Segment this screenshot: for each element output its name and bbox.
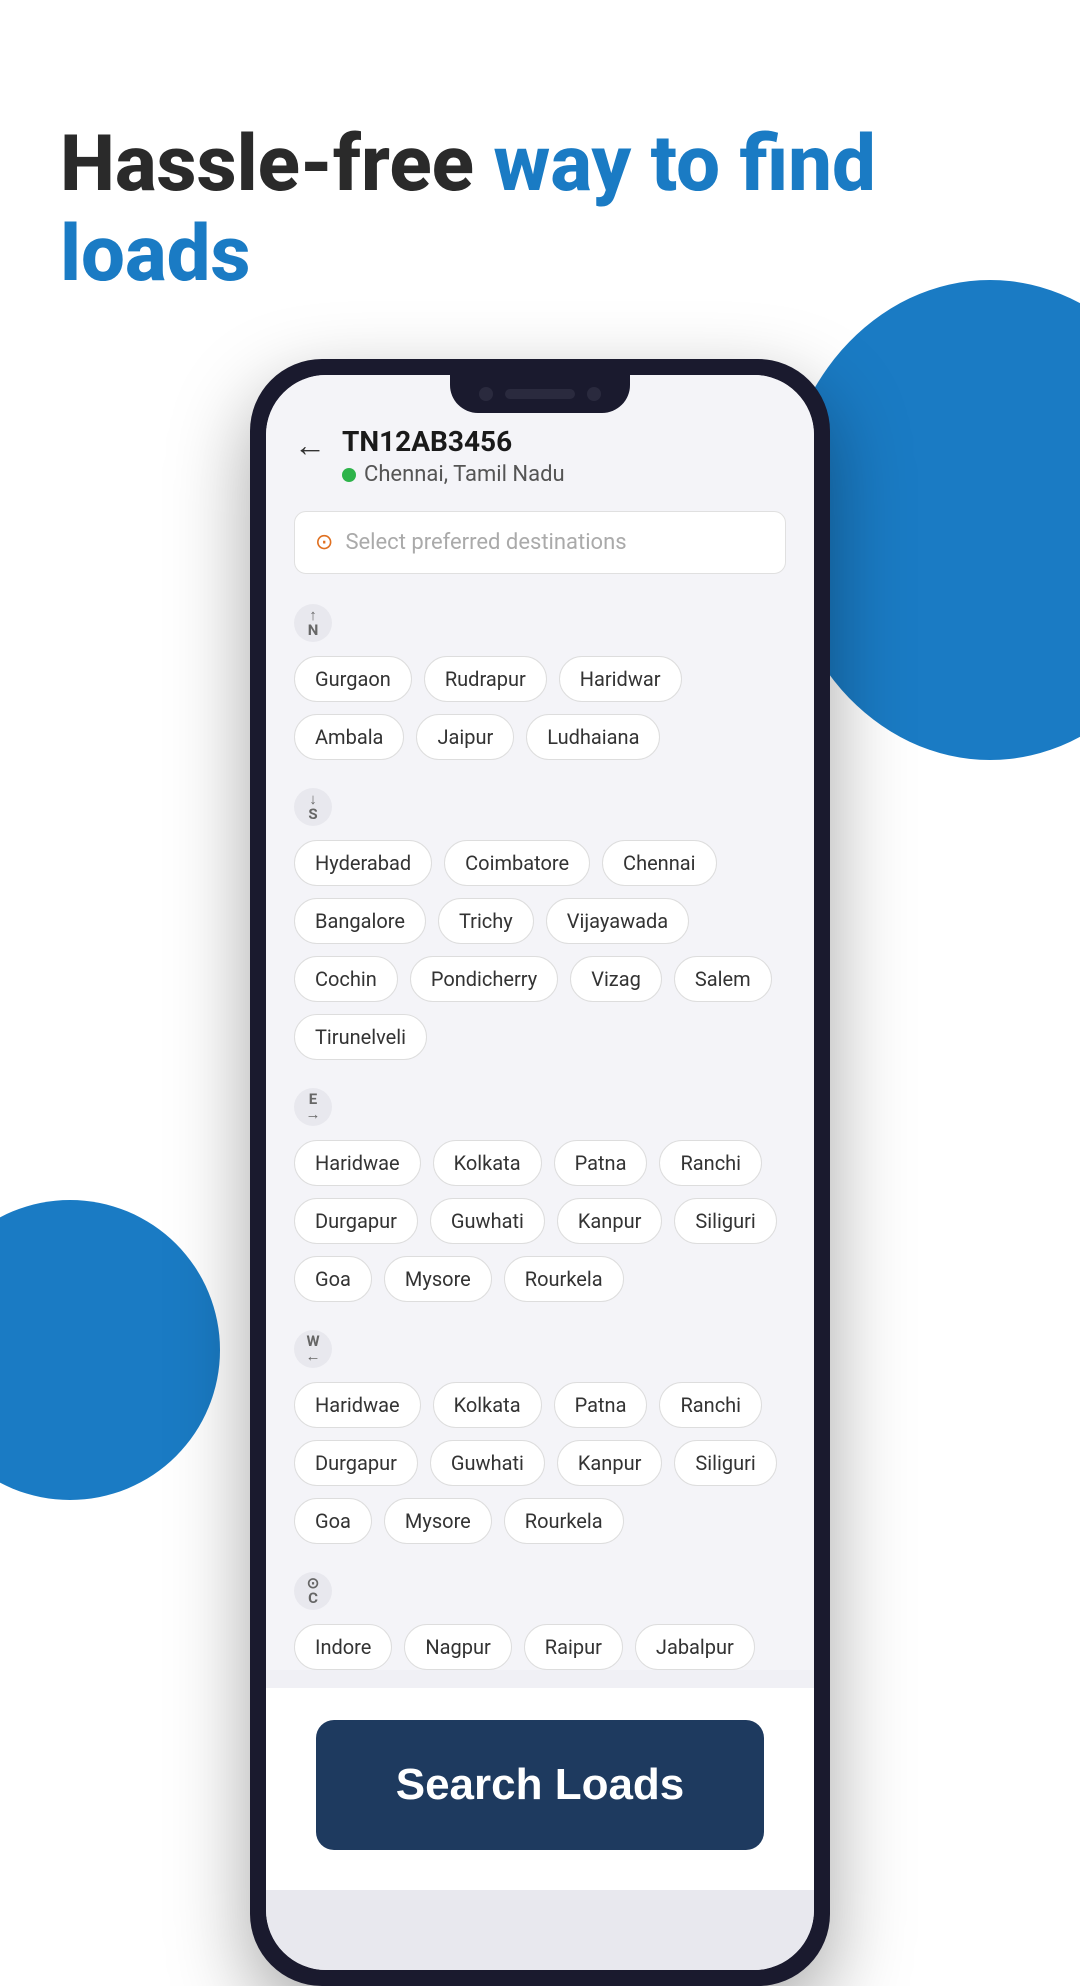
east-direction-icon: E→ [294, 1088, 332, 1126]
phone-notch [450, 375, 630, 413]
chips-row-south: Hyderabad Coimbatore Chennai Bangalore Trich… [294, 840, 786, 1060]
chip-gurgaon[interactable]: Gurgaon [294, 656, 412, 702]
chip-kanpur[interactable]: Kanpur [557, 1198, 663, 1244]
chip-cochin[interactable]: Cochin [294, 956, 398, 1002]
chip-goa[interactable]: Goa [294, 1256, 372, 1302]
chip-ranchi[interactable]: Ranchi [659, 1382, 762, 1428]
headline-part1: Hassle-free [60, 119, 493, 210]
chip-patna[interactable]: Patna [554, 1382, 648, 1428]
chip-guwhati[interactable]: Guwhati [430, 1198, 545, 1244]
chips-row-central: Indore Nagpur Raipur Jabalpur [294, 1624, 786, 1670]
chip-haridwar[interactable]: Haridwar [559, 656, 682, 702]
chip-haridwae[interactable]: Haridwae [294, 1382, 421, 1428]
chip-kolkata[interactable]: Kolkata [433, 1140, 542, 1186]
chip-kanpur[interactable]: Kanpur [557, 1440, 663, 1486]
chip-chennai[interactable]: Chennai [602, 840, 716, 886]
direction-section-north: ↑N Gurgaon Rudrapur Haridwar Ambala Jaipur Lud… [294, 604, 786, 760]
direction-section-central: ⊙C Indore Nagpur Raipur Jabalpur [294, 1572, 786, 1670]
chip-nagpur[interactable]: Nagpur [404, 1624, 511, 1670]
notch-speaker [505, 389, 575, 399]
location-dot [342, 468, 356, 482]
north-direction-icon: ↑N [294, 604, 332, 642]
chip-coimbatore[interactable]: Coimbatore [444, 840, 590, 886]
destination-search-box[interactable]: ⊙ Select preferred destinations [294, 511, 786, 574]
chip-ranchi[interactable]: Ranchi [659, 1140, 762, 1186]
screen-header: ← TN12AB3456 Chennai, Tamil Nadu [294, 425, 786, 487]
chips-row-north: Gurgaon Rudrapur Haridwar Ambala Jaipur Ludha… [294, 656, 786, 760]
chip-haridwae[interactable]: Haridwae [294, 1140, 421, 1186]
chip-mysore[interactable]: Mysore [384, 1256, 492, 1302]
chips-row-west: Haridwae Kolkata PatnaRanchi Durgapur Guwhat… [294, 1382, 786, 1544]
headline-text: Hassle-free way to find loads [60, 120, 1020, 299]
chip-patna[interactable]: Patna [554, 1140, 648, 1186]
headline-section: Hassle-free way to find loads [0, 0, 1080, 299]
direction-header-east: E→ [294, 1088, 786, 1126]
chip-guwhati[interactable]: Guwhati [430, 1440, 545, 1486]
chip-durgapur[interactable]: Durgapur [294, 1198, 418, 1244]
directions-container: ↑N Gurgaon Rudrapur Haridwar Ambala Jaipur Lud… [294, 604, 786, 1670]
notch-camera [479, 387, 493, 401]
search-placeholder: Select preferred destinations [345, 530, 626, 555]
phone-screen: ← TN12AB3456 Chennai, Tamil Nadu ⊙ Selec… [266, 375, 814, 1970]
chip-rourkela[interactable]: Rourkela [504, 1256, 624, 1302]
chip-rourkela[interactable]: Rourkela [504, 1498, 624, 1544]
vehicle-location: Chennai, Tamil Nadu [342, 462, 565, 487]
chip-salem[interactable]: Salem [674, 956, 772, 1002]
direction-section-south: ↓S Hyderabad Coimbatore Chennai Bangalore Tri… [294, 788, 786, 1060]
chip-siliguri[interactable]: Siliguri [674, 1198, 776, 1244]
chip-indore[interactable]: Indore [294, 1624, 392, 1670]
chip-raipur[interactable]: Raipur [524, 1624, 623, 1670]
chip-jabalpur[interactable]: Jabalpur [635, 1624, 755, 1670]
chip-vijayawada[interactable]: Vijayawada [546, 898, 689, 944]
chip-pondicherry[interactable]: Pondicherry [410, 956, 558, 1002]
chip-goa[interactable]: Goa [294, 1498, 372, 1544]
chip-trichy[interactable]: Trichy [438, 898, 534, 944]
vehicle-info: TN12AB3456 Chennai, Tamil Nadu [342, 425, 565, 487]
pin-icon: ⊙ [315, 530, 333, 555]
vehicle-plate: TN12AB3456 [342, 425, 565, 458]
direction-section-west: W← Haridwae Kolkata PatnaRanchi Durgapur Guwh… [294, 1330, 786, 1544]
chip-kolkata[interactable]: Kolkata [433, 1382, 542, 1428]
screen-content: ← TN12AB3456 Chennai, Tamil Nadu ⊙ Selec… [266, 375, 814, 1670]
chip-ambala[interactable]: Ambala [294, 714, 404, 760]
direction-header-south: ↓S [294, 788, 786, 826]
chip-jaipur[interactable]: Jaipur [416, 714, 514, 760]
chip-durgapur[interactable]: Durgapur [294, 1440, 418, 1486]
west-direction-icon: W← [294, 1330, 332, 1368]
direction-header-north: ↑N [294, 604, 786, 642]
back-button[interactable]: ← [294, 429, 326, 461]
direction-section-east: E→ Haridwae Kolkata PatnaRanchi Durgapur Guwh… [294, 1088, 786, 1302]
bottom-bar: Search Loads [266, 1688, 814, 1890]
direction-header-central: ⊙C [294, 1572, 786, 1610]
direction-header-west: W← [294, 1330, 786, 1368]
chip-rudrapur[interactable]: Rudrapur [424, 656, 547, 702]
chip-tirunelveli[interactable]: Tirunelveli [294, 1014, 427, 1060]
location-text: Chennai, Tamil Nadu [364, 462, 565, 487]
chip-siliguri[interactable]: Siliguri [674, 1440, 776, 1486]
central-direction-icon: ⊙C [294, 1572, 332, 1610]
phone-wrapper: ← TN12AB3456 Chennai, Tamil Nadu ⊙ Selec… [0, 359, 1080, 1986]
phone-mockup: ← TN12AB3456 Chennai, Tamil Nadu ⊙ Selec… [250, 359, 830, 1986]
chip-mysore[interactable]: Mysore [384, 1498, 492, 1544]
bottom-hint [266, 1890, 814, 1970]
chip-bangalore[interactable]: Bangalore [294, 898, 426, 944]
south-direction-icon: ↓S [294, 788, 332, 826]
search-loads-button[interactable]: Search Loads [316, 1720, 764, 1850]
chip-hyderabad[interactable]: Hyderabad [294, 840, 432, 886]
notch-sensor [587, 387, 601, 401]
chip-vizag[interactable]: Vizag [570, 956, 662, 1002]
chips-row-east: Haridwae Kolkata PatnaRanchi Durgapur Guwhat… [294, 1140, 786, 1302]
chip-ludhaiana[interactable]: Ludhaiana [526, 714, 660, 760]
